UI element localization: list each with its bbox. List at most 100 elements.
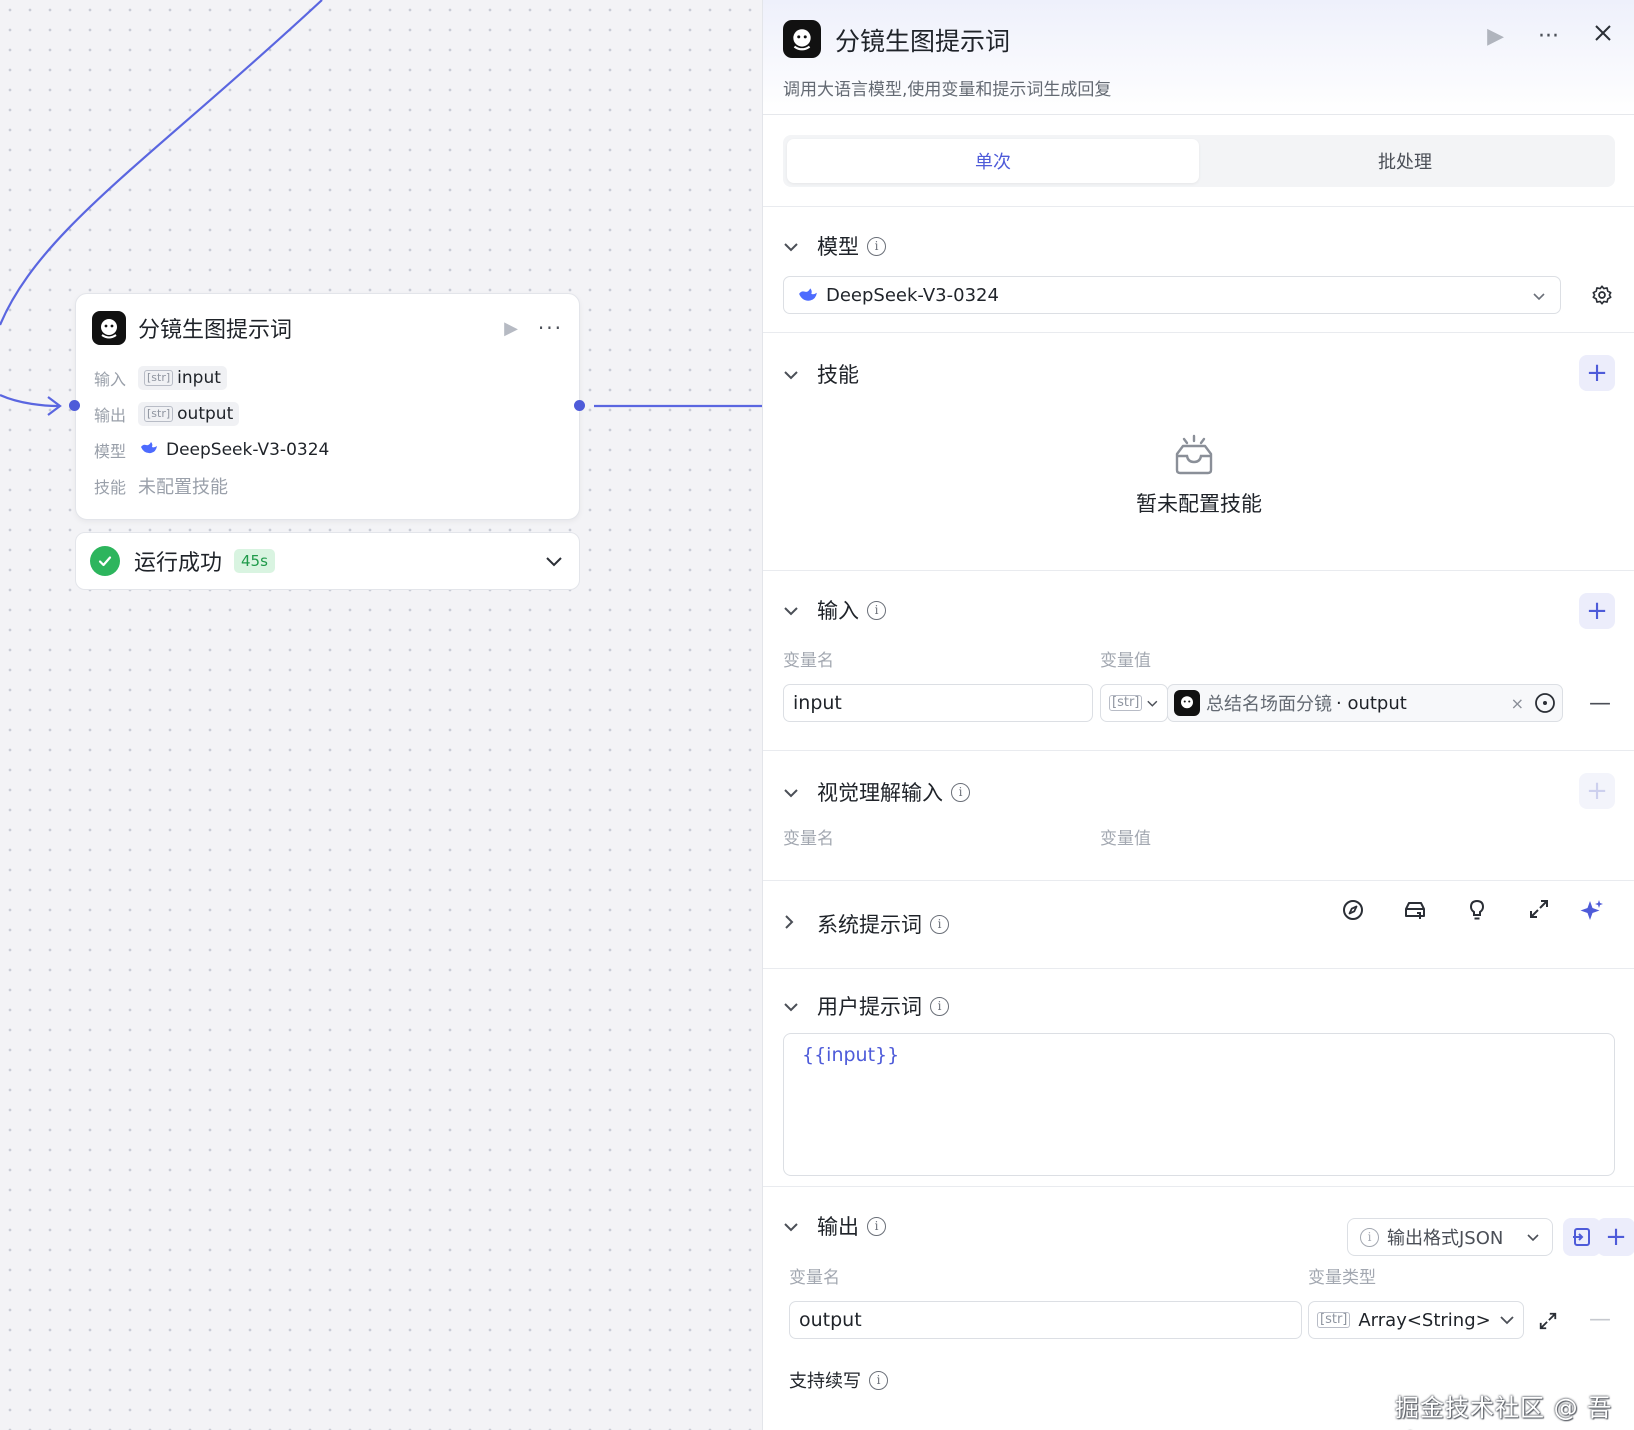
expand-icon[interactable] (1508, 898, 1570, 930)
canvas-edges (0, 0, 762, 416)
node-row-model: 模型 DeepSeek-V3-0324 (94, 432, 329, 468)
user-prompt-editor[interactable]: {{input}} (783, 1033, 1615, 1176)
compass-icon[interactable] (1322, 898, 1384, 930)
input-section-header[interactable]: 输入 i (783, 595, 886, 625)
node-header: 分镜生图提示词 ▶ ··· (92, 310, 563, 346)
output-type-select[interactable]: [str] Array<String> (1308, 1301, 1524, 1339)
node-more-icon[interactable]: ··· (538, 316, 563, 340)
chevron-down-icon (1147, 700, 1158, 707)
panel-subtitle: 调用大语言模型,使用变量和提示词生成回复 (783, 80, 1112, 100)
input-ref-node: 总结名场面分镜 (1206, 694, 1332, 715)
stream-label: 支持续写 (789, 1371, 861, 1392)
node-row-label: 模型 (94, 442, 127, 461)
node-logo-icon (92, 311, 126, 345)
run-icon[interactable]: ▶ (1487, 22, 1504, 52)
node-input-value: input (177, 368, 221, 388)
chevron-down-icon (783, 783, 805, 802)
chevron-down-icon (1500, 1316, 1514, 1325)
panel-actions: ▶ ··· (1487, 22, 1613, 52)
node-row-label: 技能 (94, 478, 127, 497)
prompt-library-icon[interactable] (1384, 898, 1446, 930)
chevron-down-icon (1527, 1233, 1539, 1241)
node-title: 分镜生图提示词 (138, 318, 293, 343)
info-icon[interactable]: i (869, 1370, 888, 1390)
add-skill-button[interactable]: + (1579, 355, 1615, 391)
success-check-icon (90, 546, 120, 576)
system-prompt-title: 系统提示词 (817, 913, 922, 937)
more-icon[interactable]: ··· (1538, 22, 1559, 52)
info-icon: i (1360, 1227, 1379, 1247)
model-select[interactable]: DeepSeek-V3-0324 (783, 276, 1561, 314)
panel-title[interactable]: 分镜生图提示词 (835, 22, 1010, 58)
chevron-down-icon[interactable] (545, 552, 563, 571)
chevron-down-icon (783, 237, 805, 256)
panel-header: 分镜生图提示词 调用大语言模型,使用变量和提示词生成回复 ▶ ··· (763, 0, 1634, 115)
run-status-text: 运行成功 (134, 551, 223, 576)
llm-node-card[interactable]: 分镜生图提示词 ▶ ··· 输入 [str] input 输出 [str] outp… (75, 293, 580, 520)
model-section: 模型 i DeepSeek-V3-0324 (763, 206, 1634, 332)
input-section: 输入 i + 变量名 变量值 input [str] 总结名场面分镜 · out… (763, 570, 1634, 750)
input-var-name-field[interactable]: input (783, 684, 1093, 722)
add-input-button[interactable]: + (1579, 593, 1615, 629)
info-icon[interactable]: i (867, 1216, 886, 1236)
input-ref-select[interactable]: 总结名场面分镜 · output × (1167, 684, 1563, 722)
node-config-panel: 分镜生图提示词 调用大语言模型,使用变量和提示词生成回复 ▶ ··· 单次 批处… (762, 0, 1634, 1430)
close-icon[interactable] (1593, 22, 1613, 52)
str-badge: [str] (144, 370, 174, 386)
vision-section-header[interactable]: 视觉理解输入 i (783, 777, 970, 807)
watermark: 掘金技术社区 @ 吾鳴 (1395, 1394, 1613, 1430)
run-duration-badge: 45s (234, 549, 275, 573)
node-row-skills: 技能 未配置技能 (94, 468, 329, 504)
output-section-header[interactable]: 输出 i (783, 1211, 886, 1241)
input-type-select[interactable]: [str] (1100, 684, 1168, 722)
lightbulb-icon[interactable] (1446, 898, 1508, 930)
output-section-title: 输出 (817, 1215, 859, 1239)
incoming-edge (0, 0, 323, 326)
output-type-value: Array<String> (1358, 1309, 1491, 1331)
chevron-down-icon (783, 601, 805, 620)
import-output-button[interactable] (1563, 1218, 1601, 1256)
skills-section-title: 技能 (817, 363, 859, 387)
tab-single[interactable]: 单次 (787, 139, 1199, 183)
remove-input-icon[interactable]: — (1589, 691, 1611, 716)
deepseek-icon (798, 287, 818, 303)
clear-icon[interactable]: × (1511, 694, 1524, 713)
chevron-down-icon (1532, 285, 1546, 306)
workflow-canvas[interactable]: 分镜生图提示词 ▶ ··· 输入 [str] input 输出 [str] outp… (0, 0, 762, 1430)
node-input-port[interactable] (69, 400, 80, 411)
output-format-label: 输出格式JSON (1387, 1228, 1504, 1249)
input-section-title: 输入 (817, 599, 859, 623)
node-output-port[interactable] (574, 400, 585, 411)
panel-logo-icon (783, 20, 821, 58)
user-prompt-header[interactable]: 用户提示词 i (783, 991, 949, 1021)
system-prompt-header[interactable]: 系统提示词 i (783, 909, 949, 939)
node-run-icon[interactable]: ▶ (504, 318, 518, 339)
variable-picker-icon[interactable] (1534, 692, 1556, 714)
add-output-button[interactable]: + (1597, 1218, 1634, 1256)
info-icon[interactable]: i (867, 600, 886, 620)
node-row-output: 输出 [str] output (94, 396, 329, 432)
gear-icon[interactable] (1591, 284, 1613, 310)
model-select-value: DeepSeek-V3-0324 (826, 284, 999, 306)
remove-output-icon[interactable]: — (1589, 1307, 1611, 1332)
run-status-card[interactable]: 运行成功 45s (75, 532, 580, 590)
info-icon[interactable]: i (930, 996, 949, 1016)
mode-tabs: 单次 批处理 (783, 135, 1615, 187)
output-format-select[interactable]: i 输出格式JSON (1347, 1218, 1553, 1256)
info-icon[interactable]: i (867, 236, 886, 256)
skills-section-header[interactable]: 技能 (783, 359, 859, 389)
info-icon[interactable]: i (930, 914, 949, 934)
info-icon[interactable]: i (951, 782, 970, 802)
tab-batch[interactable]: 批处理 (1199, 139, 1611, 183)
output-var-name-field[interactable]: output (789, 1301, 1302, 1339)
chevron-down-icon (783, 365, 805, 384)
vision-col-value: 变量值 (1100, 829, 1151, 849)
model-section-header[interactable]: 模型 i (783, 231, 886, 261)
node-summary: 输入 [str] input 输出 [str] output 模型 DeepSeek… (94, 360, 329, 504)
input-col-name: 变量名 (783, 651, 834, 671)
input-col-value: 变量值 (1100, 651, 1151, 671)
vision-input-section: 视觉理解输入 i + 变量名 变量值 (763, 750, 1634, 880)
add-vision-input-button[interactable]: + (1579, 773, 1615, 809)
ai-sparkle-icon[interactable] (1570, 898, 1614, 930)
expand-icon[interactable] (1538, 1311, 1558, 1335)
